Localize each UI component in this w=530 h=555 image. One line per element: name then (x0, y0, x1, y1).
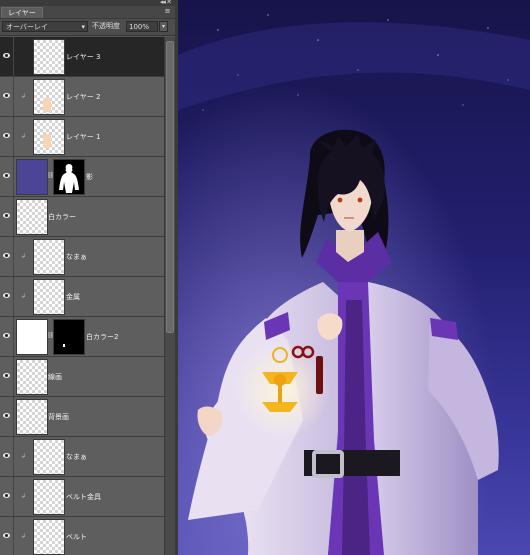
layer-row[interactable]: ↲ ベルト金具 (0, 477, 164, 517)
layer-row[interactable]: 白カラー (0, 197, 164, 237)
layer-row[interactable]: 背景画 (0, 397, 164, 437)
layer-list: レイヤー 3 ↲ レイヤー 2 ↲ レイヤー 1 ⛓ 影 白カラー ↲ なまぁ … (0, 37, 164, 555)
layer-row[interactable]: ⛓ 白カラー2 (0, 317, 164, 357)
layer-name: なまぁ (66, 453, 87, 461)
clipping-arrow-icon: ↲ (21, 253, 27, 260)
clipping-arrow-icon: ↲ (21, 93, 27, 100)
layer-name: 背景画 (48, 413, 69, 421)
panel-titlebar: レイヤー ≡ (0, 6, 175, 19)
layer-row[interactable]: ↲ レイヤー 2 (0, 77, 164, 117)
layer-thumbnail (33, 479, 65, 515)
layer-thumbnail (33, 119, 65, 155)
visibility-eye-icon[interactable] (0, 437, 14, 476)
layer-thumbnail (16, 359, 48, 395)
visibility-eye-icon[interactable] (0, 517, 14, 555)
visibility-eye-icon[interactable] (0, 277, 14, 316)
layer-row[interactable]: ⛓ 影 (0, 157, 164, 197)
visibility-eye-icon[interactable] (0, 477, 14, 516)
layer-name: レイヤー 2 (66, 93, 101, 101)
opacity-slider-toggle[interactable]: ▾ (159, 21, 168, 32)
layer-row[interactable]: 線画 (0, 357, 164, 397)
layer-thumbnail (16, 399, 48, 435)
chevron-down-icon: ▾ (81, 23, 85, 31)
layer-thumbnail (33, 79, 65, 115)
layer-row[interactable]: ↲ ベルト (0, 517, 164, 555)
opacity-label: 不透明度 (92, 22, 120, 30)
clipping-arrow-icon: ↲ (21, 293, 27, 300)
layer-name: ベルト金具 (66, 493, 101, 501)
tab-layers[interactable]: レイヤー (1, 7, 43, 18)
blend-mode-select[interactable]: オーバーレイ ▾ (2, 21, 88, 32)
layer-name: 影 (86, 173, 93, 181)
layer-thumbnail (33, 239, 65, 275)
visibility-eye-icon[interactable] (0, 197, 14, 236)
artwork (178, 0, 530, 555)
visibility-eye-icon[interactable] (0, 357, 14, 396)
layer-name: ベルト (66, 533, 87, 541)
layer-thumbnail (33, 519, 65, 555)
layer-row[interactable]: ↲ なまぁ (0, 437, 164, 477)
clipping-arrow-icon: ↲ (21, 453, 27, 460)
layer-thumbnail (16, 199, 48, 235)
layer-options-bar: オーバーレイ ▾ 不透明度 100% ▾ (0, 19, 175, 36)
layer-name: 線画 (48, 373, 62, 381)
layer-list-scrollbar[interactable] (164, 37, 175, 555)
layer-thumbnail (33, 39, 65, 75)
panel-menu-icon[interactable]: ≡ (163, 7, 172, 16)
document-canvas[interactable] (178, 0, 530, 555)
visibility-eye-icon[interactable] (0, 237, 14, 276)
visibility-eye-icon[interactable] (0, 37, 14, 76)
layer-name: レイヤー 3 (66, 53, 101, 61)
layer-row[interactable]: ↲ なまぁ (0, 237, 164, 277)
layer-name: なまぁ (66, 253, 87, 261)
visibility-eye-icon[interactable] (0, 157, 14, 196)
visibility-eye-icon[interactable] (0, 77, 14, 116)
layer-mask-thumbnail (53, 319, 85, 355)
layer-row[interactable]: ↲ レイヤー 1 (0, 117, 164, 157)
layer-thumbnail (16, 159, 48, 195)
visibility-eye-icon[interactable] (0, 117, 14, 156)
layers-panel: ◂◂ ✕ レイヤー ≡ オーバーレイ ▾ 不透明度 100% ▾ レイヤー 3 … (0, 0, 175, 555)
clipping-arrow-icon: ↲ (21, 133, 27, 140)
opacity-input[interactable]: 100% (126, 21, 158, 32)
layer-row[interactable]: レイヤー 3 (0, 37, 164, 77)
mask-silhouette (59, 164, 79, 193)
layer-name: 金属 (66, 293, 80, 301)
clipping-arrow-icon: ↲ (21, 533, 27, 540)
visibility-eye-icon[interactable] (0, 397, 14, 436)
visibility-eye-icon[interactable] (0, 317, 14, 356)
layer-thumbnail (16, 319, 48, 355)
layer-mask-thumbnail (53, 159, 85, 195)
scrollbar-thumb[interactable] (166, 41, 174, 333)
layer-name: レイヤー 1 (66, 133, 101, 141)
layer-row[interactable]: ↲ 金属 (0, 277, 164, 317)
layer-name: 白カラー2 (86, 333, 119, 341)
layer-name: 白カラー (48, 213, 76, 221)
blend-mode-value: オーバーレイ (6, 23, 48, 31)
layer-thumbnail (33, 279, 65, 315)
clipping-arrow-icon: ↲ (21, 493, 27, 500)
layer-thumbnail (33, 439, 65, 475)
